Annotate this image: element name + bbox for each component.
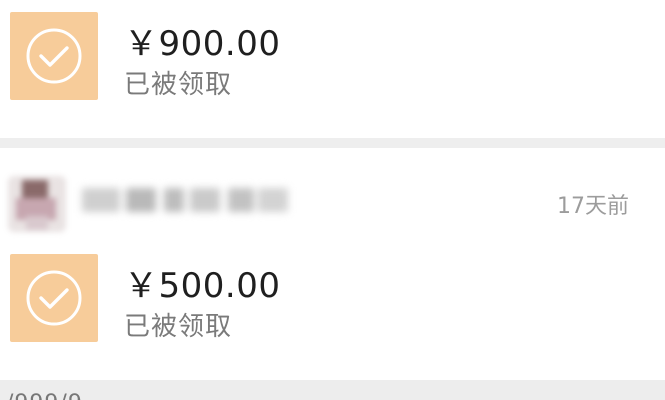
status-text: 已被领取 xyxy=(124,70,233,100)
time-ago: 17天前 xyxy=(557,194,629,219)
card-divider xyxy=(0,138,665,148)
check-circle-icon xyxy=(26,270,82,326)
red-packet-record-list: ￥900.00 已被领取 17天前 ￥500.00 已被领取 /999/9 xyxy=(0,0,665,400)
section-date-text: /999/9 xyxy=(6,391,83,400)
red-packet-envelope xyxy=(10,254,98,342)
record-card-2[interactable]: 17天前 ￥500.00 已被领取 xyxy=(0,148,665,380)
amount-text: ￥500.00 xyxy=(124,266,281,306)
record-card-1[interactable]: ￥900.00 已被领取 xyxy=(0,0,665,138)
check-circle-icon xyxy=(26,28,82,84)
avatar[interactable] xyxy=(8,176,66,232)
sender-name-blurred xyxy=(82,182,294,220)
next-section-header: /999/9 xyxy=(0,380,665,400)
status-text: 已被领取 xyxy=(124,312,233,342)
amount-text: ￥900.00 xyxy=(124,24,281,64)
red-packet-envelope xyxy=(10,12,98,100)
